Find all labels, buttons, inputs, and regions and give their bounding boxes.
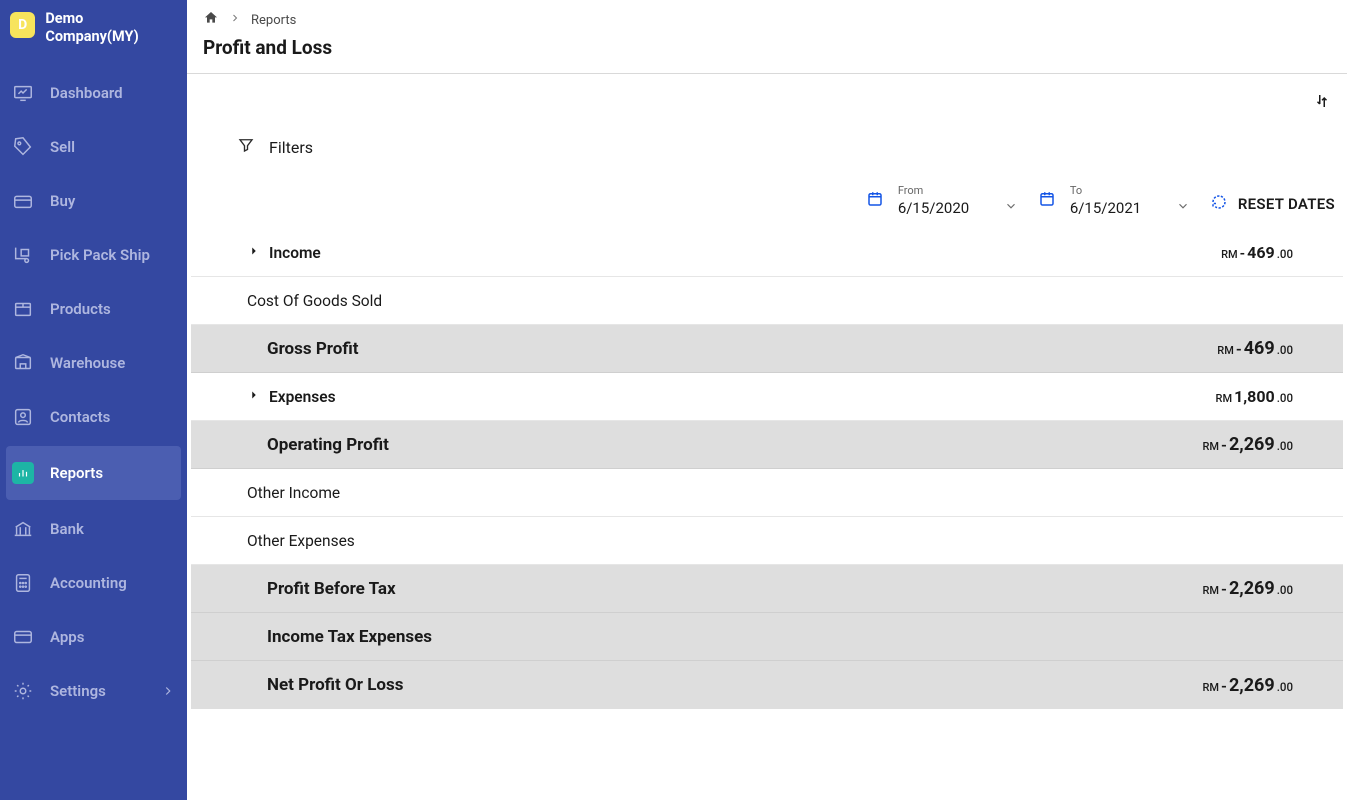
gear-icon bbox=[12, 680, 34, 702]
sidebar-item-label: Accounting bbox=[50, 574, 127, 592]
sidebar-item-products[interactable]: Products bbox=[0, 282, 187, 336]
trolley-icon bbox=[12, 244, 34, 266]
breadcrumb-current[interactable]: Reports bbox=[251, 13, 296, 28]
sidebar: D Demo Company(MY) Dashboard Sell Buy Pi… bbox=[0, 0, 187, 800]
filters-label: Filters bbox=[269, 138, 313, 157]
row-label: Cost Of Goods Sold bbox=[247, 292, 382, 310]
reset-dates-label: RESET DATES bbox=[1238, 195, 1335, 213]
chevron-down-icon[interactable] bbox=[1176, 199, 1190, 217]
box-icon bbox=[12, 298, 34, 320]
card-icon bbox=[12, 626, 34, 648]
wallet-icon bbox=[12, 190, 34, 212]
sidebar-item-label: Apps bbox=[50, 628, 84, 646]
row-profit-before-tax: Profit Before Tax RM-2,269.00 bbox=[191, 565, 1343, 613]
sidebar-item-pick-pack-ship[interactable]: Pick Pack Ship bbox=[0, 228, 187, 282]
row-net-profit-or-loss: Net Profit Or Loss RM-2,269.00 bbox=[191, 661, 1343, 709]
company-logo: D bbox=[10, 12, 35, 38]
chevron-right-icon bbox=[161, 684, 175, 698]
sidebar-item-label: Sell bbox=[50, 138, 75, 156]
to-date-value: 6/15/2021 bbox=[1070, 199, 1141, 217]
row-expenses[interactable]: Expenses RM1,800.00 bbox=[191, 373, 1343, 421]
sidebar-item-contacts[interactable]: Contacts bbox=[0, 390, 187, 444]
sidebar-item-settings[interactable]: Settings bbox=[0, 664, 187, 718]
row-label: Other Expenses bbox=[247, 532, 355, 550]
filters-bar[interactable]: Filters bbox=[191, 118, 1343, 184]
sidebar-item-reports[interactable]: Reports bbox=[6, 446, 181, 500]
content: Filters From 6/15/2020 bbox=[187, 74, 1347, 800]
row-gross-profit: Gross Profit RM-469.00 bbox=[191, 325, 1343, 373]
to-label: To bbox=[1070, 184, 1190, 197]
row-amount: RM-469.00 bbox=[1221, 243, 1293, 262]
sidebar-item-dashboard[interactable]: Dashboard bbox=[0, 66, 187, 120]
row-label: Net Profit Or Loss bbox=[267, 675, 403, 695]
calendar-icon bbox=[1038, 190, 1056, 212]
chevron-right-icon bbox=[229, 12, 241, 28]
chevron-right-icon[interactable] bbox=[247, 244, 261, 262]
date-row: From 6/15/2020 To 6/15/2021 bbox=[191, 184, 1343, 229]
sidebar-item-accounting[interactable]: Accounting bbox=[0, 556, 187, 610]
company-name: Demo Company(MY) bbox=[45, 10, 177, 46]
from-label: From bbox=[898, 184, 1018, 197]
refresh-icon bbox=[1210, 193, 1228, 215]
main: Reports Profit and Loss Filters From bbox=[187, 0, 1347, 800]
row-label: Income Tax Expenses bbox=[267, 627, 432, 647]
row-other-income[interactable]: Other Income bbox=[191, 469, 1343, 517]
calculator-icon bbox=[12, 572, 34, 594]
sidebar-item-label: Buy bbox=[50, 192, 75, 210]
sidebar-item-label: Reports bbox=[50, 464, 103, 482]
dashboard-icon bbox=[12, 82, 34, 104]
row-amount: RM-469.00 bbox=[1217, 338, 1293, 359]
chevron-down-icon[interactable] bbox=[1004, 199, 1018, 217]
sidebar-item-buy[interactable]: Buy bbox=[0, 174, 187, 228]
chevron-right-icon[interactable] bbox=[247, 388, 261, 406]
sidebar-item-label: Settings bbox=[50, 682, 106, 700]
row-label: Operating Profit bbox=[267, 435, 389, 455]
row-amount: RM-2,269.00 bbox=[1203, 434, 1294, 455]
sidebar-item-label: Bank bbox=[50, 520, 84, 538]
sidebar-item-label: Contacts bbox=[50, 408, 110, 426]
bank-icon bbox=[12, 518, 34, 540]
sidebar-item-label: Warehouse bbox=[50, 354, 125, 372]
row-label: Profit Before Tax bbox=[267, 579, 396, 599]
sidebar-item-sell[interactable]: Sell bbox=[0, 120, 187, 174]
row-amount: RM1,800.00 bbox=[1216, 387, 1293, 406]
row-other-expenses[interactable]: Other Expenses bbox=[191, 517, 1343, 565]
warehouse-icon bbox=[12, 352, 34, 374]
sidebar-item-label: Pick Pack Ship bbox=[50, 246, 150, 264]
sidebar-item-apps[interactable]: Apps bbox=[0, 610, 187, 664]
company-block[interactable]: D Demo Company(MY) bbox=[0, 6, 187, 66]
to-date-field[interactable]: To 6/15/2021 bbox=[1038, 184, 1190, 217]
row-income-tax-expenses: Income Tax Expenses bbox=[191, 613, 1343, 661]
calendar-icon bbox=[866, 190, 884, 212]
sidebar-item-label: Dashboard bbox=[50, 84, 123, 102]
tag-icon bbox=[12, 136, 34, 158]
sidebar-item-label: Products bbox=[50, 300, 111, 318]
sidebar-item-bank[interactable]: Bank bbox=[0, 502, 187, 556]
from-date-value: 6/15/2020 bbox=[898, 199, 969, 217]
reset-dates-button[interactable]: RESET DATES bbox=[1210, 193, 1335, 217]
pnl-report: Income RM-469.00 Cost Of Goods Sold Gros… bbox=[191, 229, 1343, 709]
home-icon[interactable] bbox=[203, 10, 219, 30]
row-amount: RM-2,269.00 bbox=[1203, 675, 1294, 696]
header: Reports Profit and Loss bbox=[187, 0, 1347, 74]
row-label: Income bbox=[269, 244, 321, 262]
row-cogs[interactable]: Cost Of Goods Sold bbox=[191, 277, 1343, 325]
swap-vertical-icon[interactable] bbox=[1309, 88, 1335, 118]
row-label: Expenses bbox=[269, 388, 336, 406]
bar-chart-icon bbox=[12, 462, 34, 484]
page-title: Profit and Loss bbox=[203, 36, 1331, 59]
row-operating-profit: Operating Profit RM-2,269.00 bbox=[191, 421, 1343, 469]
row-income[interactable]: Income RM-469.00 bbox=[191, 229, 1343, 277]
contacts-icon bbox=[12, 406, 34, 428]
sidebar-item-warehouse[interactable]: Warehouse bbox=[0, 336, 187, 390]
row-label: Gross Profit bbox=[267, 339, 359, 359]
filter-icon bbox=[237, 136, 255, 158]
breadcrumb: Reports bbox=[203, 10, 1331, 30]
from-date-field[interactable]: From 6/15/2020 bbox=[866, 184, 1018, 217]
row-label: Other Income bbox=[247, 484, 340, 502]
row-amount: RM-2,269.00 bbox=[1203, 578, 1294, 599]
